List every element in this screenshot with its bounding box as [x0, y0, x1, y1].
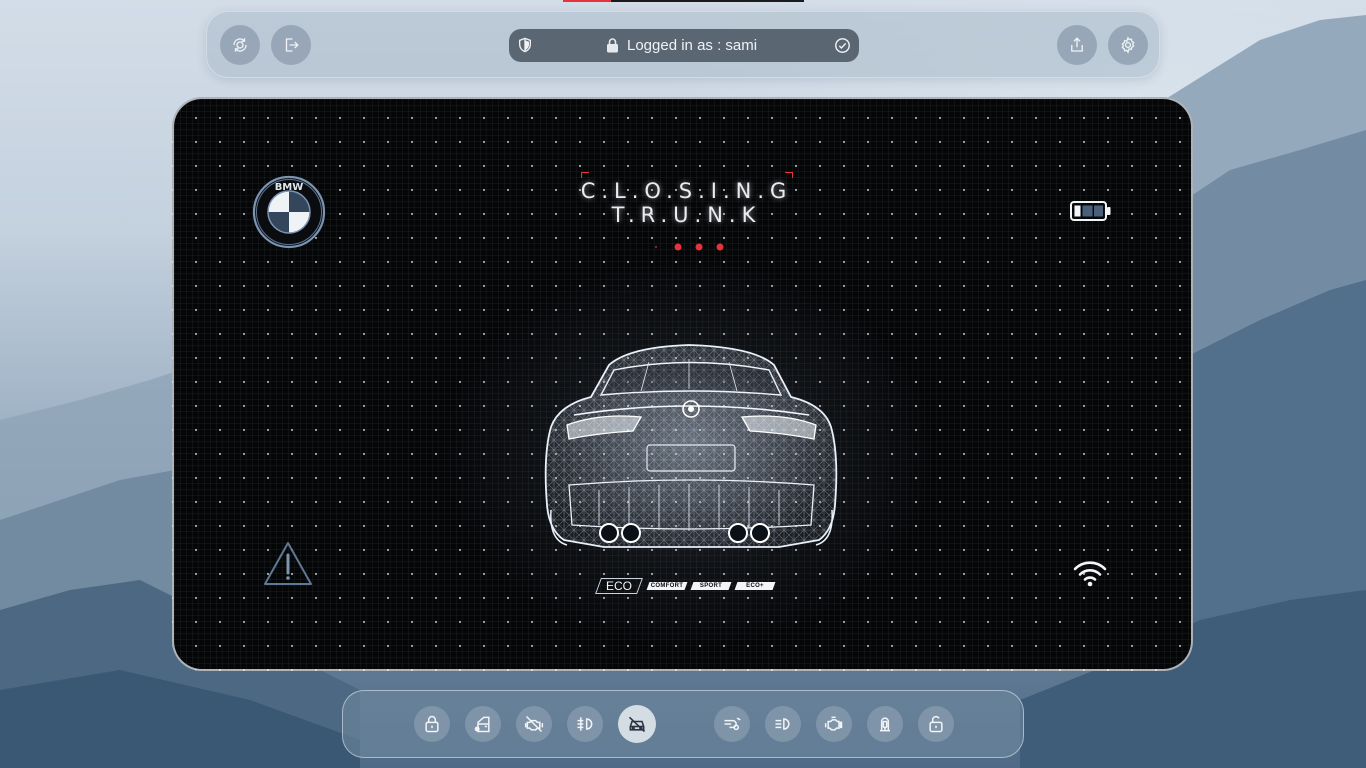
login-status: Logged in as : sami [509, 29, 859, 62]
battery-icon [1070, 201, 1111, 221]
car-door-icon [474, 716, 490, 733]
vehicle-display-panel: BMW C.L.O.S.I.N.G T.R.U.N.K ECO COMFORT … [172, 97, 1193, 671]
share-icon [1071, 37, 1083, 52]
loading-progress-fill [563, 0, 612, 2]
drive-mode-eco-label: ECO [605, 579, 632, 593]
settings-button[interactable] [1108, 25, 1148, 65]
status-title-line2: T.R.U.N.K [611, 203, 762, 227]
engine-icon [824, 716, 843, 731]
bmw-logo: BMW [252, 175, 326, 249]
drive-mode-comfort-label: COMFORT [650, 583, 684, 589]
fog-light-icon [577, 717, 593, 731]
engine-off-icon [524, 715, 544, 733]
engine-off-button[interactable] [516, 706, 552, 742]
top-bar: Logged in as : sami [206, 11, 1160, 78]
gear-icon [1121, 36, 1135, 54]
drive-mode-sport[interactable]: SPORT [690, 582, 732, 590]
wiper-icon [724, 717, 741, 731]
drive-mode-eco-plus[interactable]: ECO+ [734, 582, 776, 590]
logout-button[interactable] [271, 25, 311, 65]
drive-mode-eco[interactable]: ECO [595, 578, 643, 594]
loading-progress-track [563, 0, 804, 2]
engine-button[interactable] [816, 706, 852, 742]
unlock-icon [929, 715, 943, 733]
seatbelt-button[interactable] [867, 706, 903, 742]
warning-icon [264, 542, 312, 585]
unlock-button[interactable] [918, 706, 954, 742]
car-wireframe [544, 344, 838, 548]
control-dock [342, 690, 1024, 758]
drive-mode-comfort[interactable]: COMFORT [646, 582, 688, 590]
logout-icon [285, 38, 299, 52]
lock-icon [607, 38, 618, 53]
car-door-button[interactable] [465, 706, 501, 742]
drive-mode-sport-label: SPORT [699, 583, 723, 589]
loading-dots [654, 243, 724, 251]
drive-mode-selector: ECO COMFORT SPORT ECO+ [594, 578, 779, 598]
login-status-text: Logged in as : sami [627, 37, 758, 54]
brand-letters: BMW [275, 182, 304, 193]
title-bracket-left [581, 172, 589, 178]
headlight-icon [775, 718, 790, 730]
seatbelt-icon [880, 717, 890, 732]
title-bracket-right [785, 172, 793, 178]
fog-light-button[interactable] [567, 706, 603, 742]
wifi-icon [1073, 561, 1107, 587]
headlight-button[interactable] [765, 706, 801, 742]
status-title: C.L.O.S.I.N.G T.R.U.N.K [554, 179, 819, 227]
car-off-button[interactable] [618, 705, 656, 743]
drive-mode-eco-plus-label: ECO+ [746, 583, 764, 589]
car-off-icon [628, 716, 646, 733]
share-button[interactable] [1057, 25, 1097, 65]
status-title-line1: C.L.O.S.I.N.G [580, 179, 793, 203]
lock-icon [425, 715, 439, 733]
check-circle-icon [835, 38, 850, 53]
shield-icon [519, 37, 531, 53]
camera-rotate-icon [233, 38, 247, 52]
lock-button[interactable] [414, 706, 450, 742]
wiper-button[interactable] [714, 706, 750, 742]
camera-rotate-button[interactable] [220, 25, 260, 65]
